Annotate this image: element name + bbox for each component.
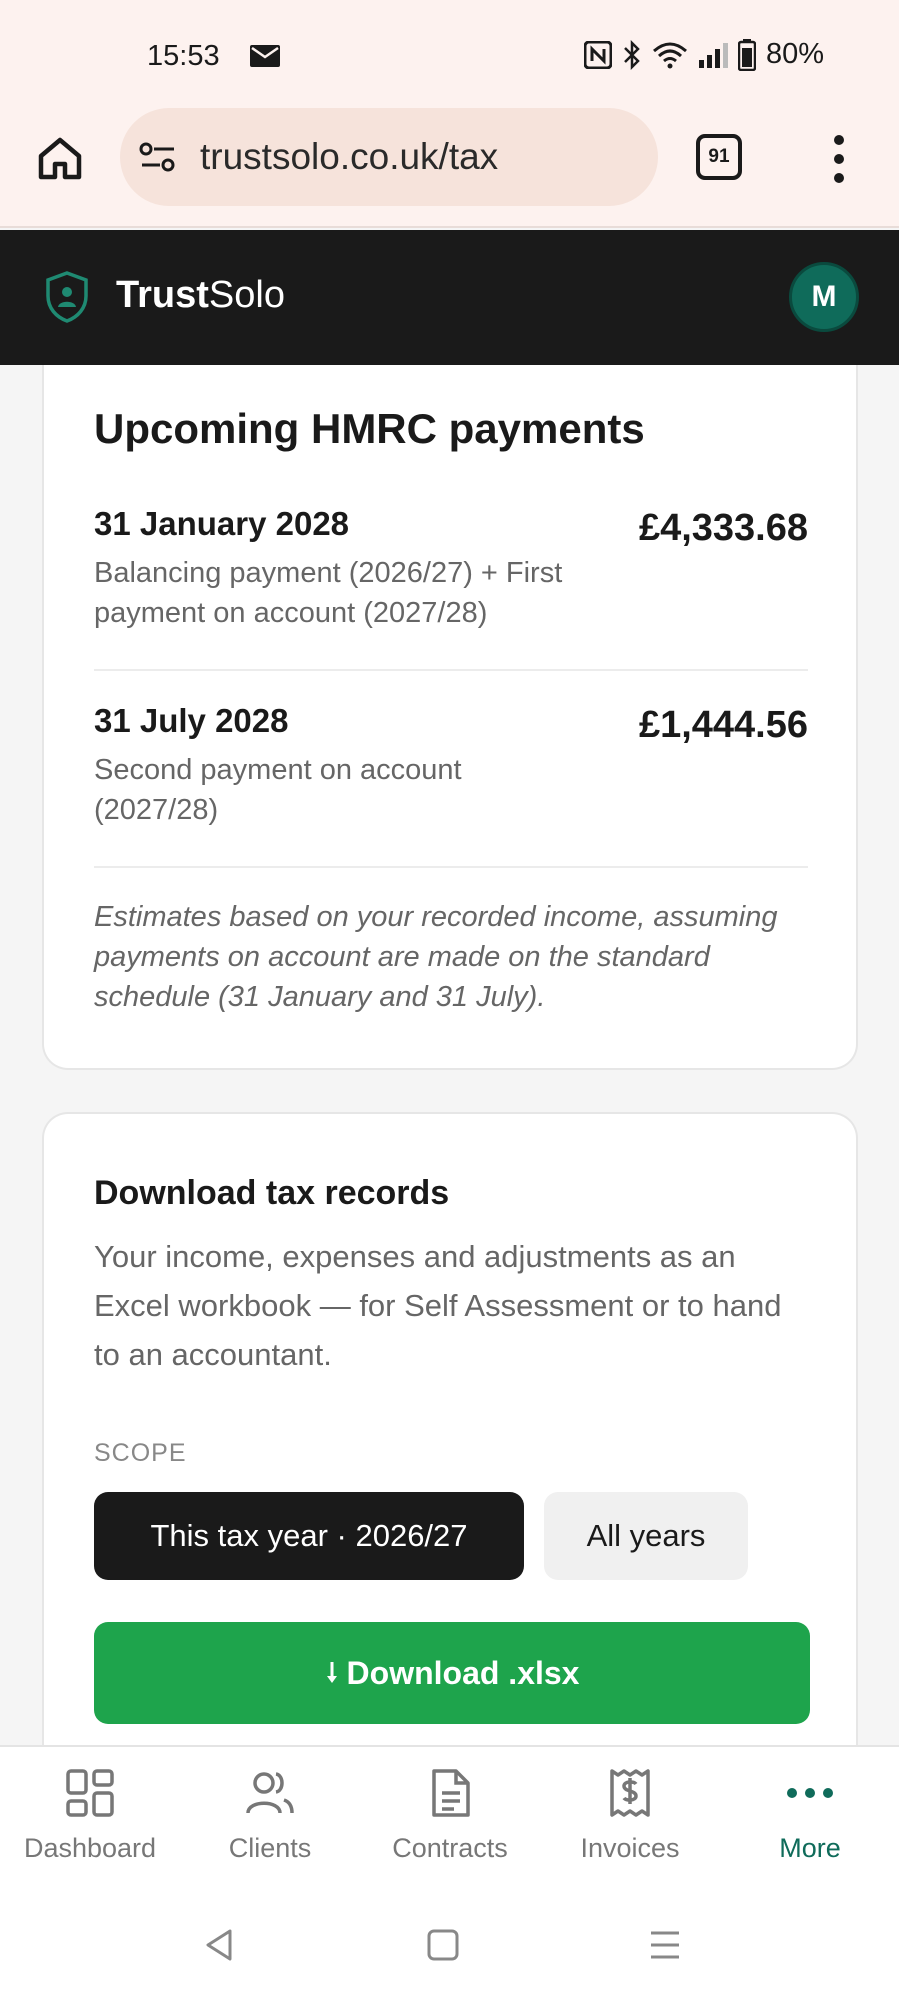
bluetooth-icon	[624, 39, 640, 70]
dashboard-icon	[66, 1769, 114, 1817]
home-icon[interactable]	[36, 134, 84, 182]
nav-dashboard[interactable]: Dashboard	[0, 1767, 180, 1887]
scope-label: SCOPE	[94, 1439, 187, 1467]
battery-level: 80%	[765, 38, 824, 70]
nav-label: Clients	[228, 1833, 312, 1863]
card-title: Download tax records	[94, 1174, 450, 1212]
shield-logo-icon	[46, 271, 88, 323]
app-header: TrustSolo M	[0, 230, 899, 365]
payment-row: 31 January 2028 Balancing payment (2026/…	[94, 505, 808, 633]
back-icon[interactable]	[200, 1925, 240, 1965]
brand-light: Solo	[208, 274, 285, 316]
payment-row: 31 July 2028 Second payment on account (…	[94, 702, 808, 830]
bottom-navigation: Dashboard Clients Contracts Invoices Mor…	[0, 1745, 899, 1895]
scope-this-year-button[interactable]: This tax year · 2026/27	[94, 1492, 524, 1580]
brand-bold: Trust	[116, 274, 209, 316]
avatar[interactable]: M	[789, 262, 859, 332]
status-bar: 15:53 80%	[0, 0, 899, 108]
url-text: trustsolo.co.uk/tax	[200, 136, 499, 177]
payment-amount: £1,444.56	[638, 704, 808, 746]
receipt-icon	[610, 1769, 650, 1817]
nav-label: Invoices	[580, 1833, 680, 1863]
divider	[94, 866, 808, 868]
battery-icon	[737, 38, 756, 71]
estimate-note: Estimates based on your recorded income,…	[94, 901, 778, 1013]
scope-all-years-button[interactable]: All years	[544, 1492, 748, 1580]
nfc-icon	[583, 40, 612, 69]
nav-clients[interactable]: Clients	[180, 1767, 360, 1887]
download-records-card: Download tax records Your income, expens…	[42, 1112, 858, 1752]
payment-description: Balancing payment (2026/27) + First paym…	[94, 557, 563, 629]
address-bar[interactable]: trustsolo.co.uk/tax	[120, 108, 658, 206]
payment-description: Second payment on account (2027/28)	[94, 754, 462, 826]
wifi-icon	[652, 42, 687, 68]
document-icon	[432, 1769, 470, 1817]
home-square-icon[interactable]	[423, 1925, 463, 1965]
status-time: 15:53	[147, 40, 220, 72]
download-xlsx-button[interactable]: Download .xlsx	[94, 1622, 810, 1724]
nav-label: Dashboard	[23, 1833, 157, 1863]
recents-icon[interactable]	[645, 1925, 685, 1965]
download-arrow-icon	[326, 1662, 337, 1683]
browser-toolbar: trustsolo.co.uk/tax 91	[0, 108, 899, 228]
upcoming-payments-card: Upcoming HMRC payments 31 January 2028 B…	[42, 365, 858, 1070]
divider	[94, 669, 808, 671]
brand-logo[interactable]: TrustSolo	[116, 274, 285, 317]
status-icons: 80%	[583, 38, 824, 71]
card-title: Upcoming HMRC payments	[94, 405, 645, 452]
tab-switcher-button[interactable]: 91	[696, 134, 742, 180]
more-dots-icon	[787, 1788, 833, 1798]
signal-icon	[698, 42, 728, 68]
users-icon	[246, 1772, 294, 1814]
nav-label: More	[779, 1833, 841, 1863]
payment-amount: £4,333.68	[638, 507, 808, 549]
more-vert-icon[interactable]	[824, 132, 854, 186]
nav-more[interactable]: More	[720, 1767, 899, 1887]
site-settings-icon[interactable]	[138, 140, 178, 174]
download-label: Download .xlsx	[346, 1654, 580, 1691]
system-navigation-bar	[0, 1895, 899, 2000]
nav-invoices[interactable]: Invoices	[540, 1767, 720, 1887]
nav-label: Contracts	[392, 1833, 508, 1863]
card-description: Your income, expenses and adjustments as…	[94, 1239, 782, 1372]
mail-icon	[250, 45, 280, 67]
nav-contracts[interactable]: Contracts	[360, 1767, 540, 1887]
